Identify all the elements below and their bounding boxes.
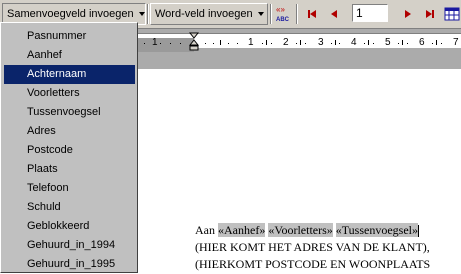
- text-cursor: [418, 225, 419, 238]
- document-line-2: (HIER KOMT HET ADRES VAN DE KLANT),: [195, 240, 430, 254]
- ruler-number: 4: [351, 37, 357, 48]
- dropdown-item-achternaam[interactable]: Achternaam: [4, 65, 135, 84]
- last-record-button[interactable]: [420, 4, 440, 24]
- view-merged-data-button[interactable]: «» ABC: [274, 4, 294, 24]
- chevron-down-icon: [257, 12, 264, 16]
- ruler-number: 2: [283, 37, 289, 48]
- mail-merge-helper-button[interactable]: [442, 4, 461, 24]
- insert-merge-field-label: Samenvoegveld invoegen: [7, 8, 134, 20]
- next-record-button[interactable]: [398, 4, 418, 24]
- previous-record-button[interactable]: [324, 4, 344, 24]
- ruler-number: 6: [419, 37, 425, 48]
- dropdown-item-gehuurd-1994[interactable]: Gehuurd_in_1994: [4, 236, 135, 255]
- insert-word-field-button[interactable]: Word-veld invoegen: [150, 3, 268, 25]
- insert-word-field-label: Word-veld invoegen: [155, 8, 253, 20]
- indent-marker-icon[interactable]: [189, 32, 199, 52]
- merge-field-voorletters[interactable]: «Voorletters»: [268, 223, 333, 237]
- ruler-number: 1: [248, 37, 254, 48]
- first-record-icon: [308, 10, 316, 18]
- chevron-down-icon: [138, 12, 145, 16]
- first-record-button[interactable]: [302, 4, 322, 24]
- toolbar-separator: [270, 4, 272, 24]
- document-line-3: (HIERKOMT POSTCODE EN WOONPLAATS: [195, 257, 431, 271]
- merge-field-tussenvoegsel[interactable]: «Tussenvoegsel»: [335, 223, 418, 237]
- dropdown-item-voorletters[interactable]: Voorletters: [4, 84, 135, 103]
- document-text: Aan: [195, 223, 218, 237]
- ruler-number: 7: [453, 37, 459, 48]
- ruler-number: 5: [385, 37, 391, 48]
- toolbar-separator: [147, 4, 149, 24]
- toolbar-separator: [296, 4, 298, 24]
- dropdown-item-tussenvoegsel[interactable]: Tussenvoegsel: [4, 103, 135, 122]
- dropdown-item-aanhef[interactable]: Aanhef: [4, 46, 135, 65]
- ruler-number: 3: [318, 37, 324, 48]
- ruler-number: 1: [152, 37, 158, 48]
- dropdown-item-geblokkeerd[interactable]: Geblokkeerd: [4, 217, 135, 236]
- document-line-1: Aan «Aanhef» «Voorletters» «Tussenvoegse…: [195, 223, 419, 238]
- next-record-icon: [405, 10, 411, 18]
- calendar-grid-icon: [444, 7, 460, 21]
- dropdown-item-plaats[interactable]: Plaats: [4, 160, 135, 179]
- dropdown-item-postcode[interactable]: Postcode: [4, 141, 135, 160]
- previous-record-icon: [331, 10, 337, 18]
- svg-text:«»: «»: [276, 5, 285, 14]
- merge-field-dropdown: Pasnummer Aanhef Achternaam Voorletters …: [0, 22, 138, 273]
- last-record-icon: [426, 10, 434, 18]
- view-merged-data-icon: «» ABC: [276, 5, 290, 23]
- dropdown-item-gehuurd-1995[interactable]: Gehuurd_in_1995: [4, 255, 135, 274]
- svg-text:ABC: ABC: [276, 17, 290, 23]
- dropdown-item-adres[interactable]: Adres: [4, 122, 135, 141]
- dropdown-item-telefoon[interactable]: Telefoon: [4, 179, 135, 198]
- merge-field-aanhef[interactable]: «Aanhef»: [218, 223, 266, 237]
- ruler-margin-shade: [136, 38, 194, 52]
- dropdown-item-pasnummer[interactable]: Pasnummer: [4, 27, 135, 46]
- record-number-input[interactable]: 1: [352, 4, 388, 22]
- dropdown-item-schuld[interactable]: Schuld: [4, 198, 135, 217]
